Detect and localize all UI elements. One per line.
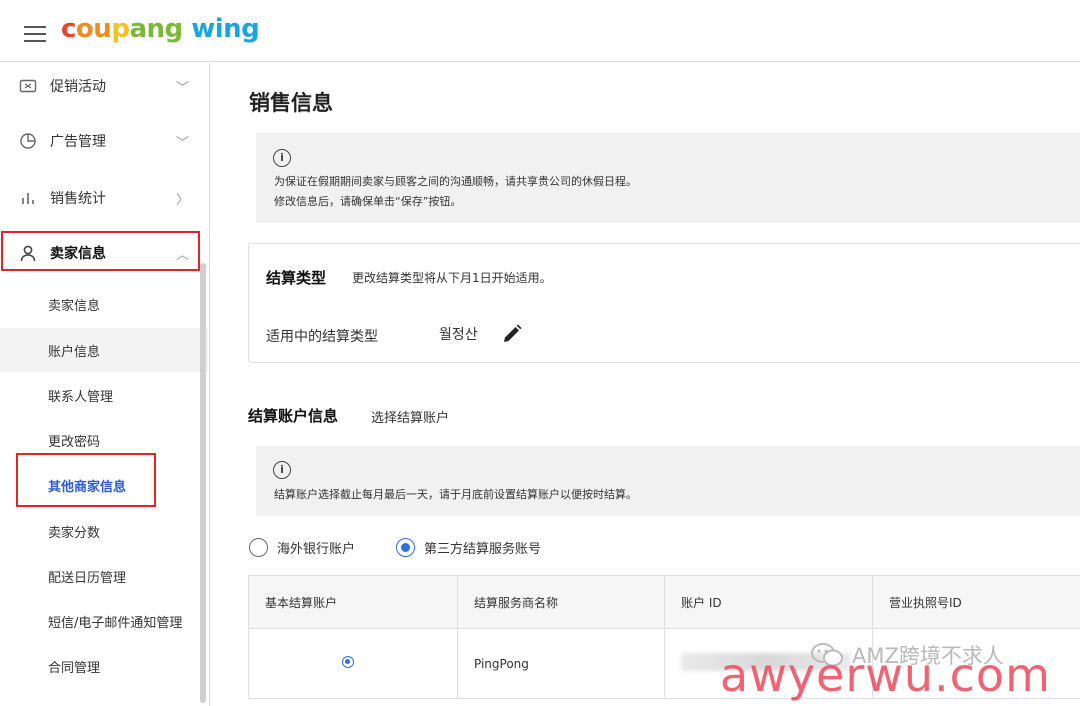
info-icon: i (273, 461, 291, 479)
submenu-contract-management[interactable]: 合同管理 (0, 644, 208, 688)
submenu-other-merchant-info[interactable]: 其他商家信息 (0, 463, 208, 507)
submenu-delivery-calendar[interactable]: 配送日历管理 (0, 554, 208, 598)
chevron-up-icon: ︿ (176, 247, 190, 263)
submenu-label: 卖家信息 (48, 298, 101, 314)
pie-chart-icon (19, 132, 37, 150)
hamburger-menu-icon[interactable] (24, 26, 46, 42)
chevron-right-icon: 〉 (176, 192, 190, 208)
table-header: 账户 ID (664, 575, 873, 629)
radio-label: 第三方结算服务账号 (424, 542, 542, 557)
sidebar-item-label: 销售统计 (50, 191, 106, 207)
settlement-type-title: 结算类型 (266, 269, 327, 287)
notice-line: 结算账户选择截止每月最后一天，请于月底前设置结算账户以便按时结算。 (274, 488, 637, 501)
submenu-label: 联系人管理 (48, 389, 114, 405)
submenu-label: 合同管理 (48, 660, 101, 676)
sidebar-scrollbar[interactable] (200, 263, 206, 703)
submenu-label: 短信/电子邮件通知管理 (48, 615, 183, 631)
submenu-contact-management[interactable]: 联系人管理 (0, 373, 208, 417)
coupang-wing-logo[interactable]: coupang wing (61, 14, 260, 44)
info-icon: i (273, 149, 291, 167)
default-account-cell[interactable] (248, 628, 458, 699)
person-icon (19, 244, 37, 262)
sidebar-item-promotions[interactable]: 促销活动 ﹀ (0, 66, 208, 106)
sidebar-item-seller-info[interactable]: 卖家信息 ︿ (0, 233, 208, 273)
pencil-icon[interactable] (500, 322, 524, 346)
table-header: 基本结算账户 (248, 575, 458, 629)
sidebar-item-label: 促销活动 (50, 79, 106, 95)
provider-cell: PingPong (457, 628, 665, 699)
sidebar-item-ads[interactable]: 广告管理 ﹀ (0, 121, 208, 161)
default-account-radio[interactable] (342, 656, 354, 668)
sidebar-item-label: 卖家信息 (50, 246, 106, 262)
sidebar: 促销活动 ﹀ 广告管理 ﹀ 销售统计 〉 卖家信息 ︿ 卖家信息 账户信息 联系… (0, 63, 210, 706)
settlement-type-desc: 更改结算类型将从下月1日开始适用。 (352, 271, 552, 285)
submenu-sms-email-notification[interactable]: 短信/电子邮件通知管理 (0, 599, 208, 643)
current-settlement-label: 适用中的结算类型 (266, 329, 378, 345)
submenu-account-info[interactable]: 账户信息 (0, 328, 208, 372)
radio-button[interactable] (396, 538, 415, 557)
radio-button[interactable] (249, 538, 268, 557)
notice-box: i 为保证在假期期间卖家与顾客之间的沟通顺畅，请共享贵公司的休假日程。 修改信息… (256, 133, 1080, 223)
radio-label: 海外银行账户 (277, 542, 356, 557)
table-header: 营业执照号ID (872, 575, 1080, 629)
submenu-change-password[interactable]: 更改密码 (0, 418, 208, 462)
submenu-label: 账户信息 (48, 344, 101, 360)
notice-line: 修改信息后，请确保单击“保存”按钮。 (274, 195, 462, 208)
main-content: 销售信息 i 为保证在假期期间卖家与顾客之间的沟通顺畅，请共享贵公司的休假日程。… (211, 63, 1080, 706)
site-watermark: awyerwu.com (720, 648, 1051, 702)
submenu-label: 其他商家信息 (48, 479, 127, 495)
logo-coupang-text: coupang (61, 14, 183, 44)
sidebar-item-sales-stats[interactable]: 销售统计 〉 (0, 178, 208, 218)
submenu-label: 配送日历管理 (48, 570, 127, 586)
chevron-down-icon: ﹀ (176, 80, 190, 96)
settlement-type-card: 结算类型 更改结算类型将从下月1日开始适用。 适用中的结算类型 월정산 (248, 243, 1080, 363)
notice-box: i 结算账户选择截止每月最后一天，请于月底前设置结算账户以便按时结算。 (256, 446, 1080, 516)
radio-overseas-bank[interactable]: 海外银行账户 (249, 538, 355, 557)
notice-line: 为保证在假期期间卖家与顾客之间的沟通顺畅，请共享贵公司的休假日程。 (274, 175, 637, 188)
page-title: 销售信息 (249, 91, 333, 115)
top-header: coupang wing (0, 0, 1080, 62)
submenu-seller-info[interactable]: 卖家信息 (0, 282, 208, 326)
table-header-row: 基本结算账户 结算服务商名称 账户 ID 营业执照号ID (248, 575, 1080, 629)
current-settlement-value: 월정산 (439, 327, 478, 343)
submenu-label: 更改密码 (48, 434, 101, 450)
chevron-down-icon: ﹀ (176, 135, 190, 151)
settlement-account-title: 结算账户信息 (248, 407, 339, 425)
submenu-label: 卖家分数 (48, 525, 101, 541)
submenu-seller-score[interactable]: 卖家分数 (0, 509, 208, 553)
settlement-account-subtitle: 选择结算账户 (371, 411, 450, 426)
radio-third-party-service[interactable]: 第三方结算服务账号 (396, 538, 541, 557)
sidebar-item-label: 广告管理 (50, 134, 106, 150)
bar-chart-icon (19, 189, 37, 207)
table-header: 结算服务商名称 (457, 575, 665, 629)
coupon-icon (19, 77, 37, 95)
